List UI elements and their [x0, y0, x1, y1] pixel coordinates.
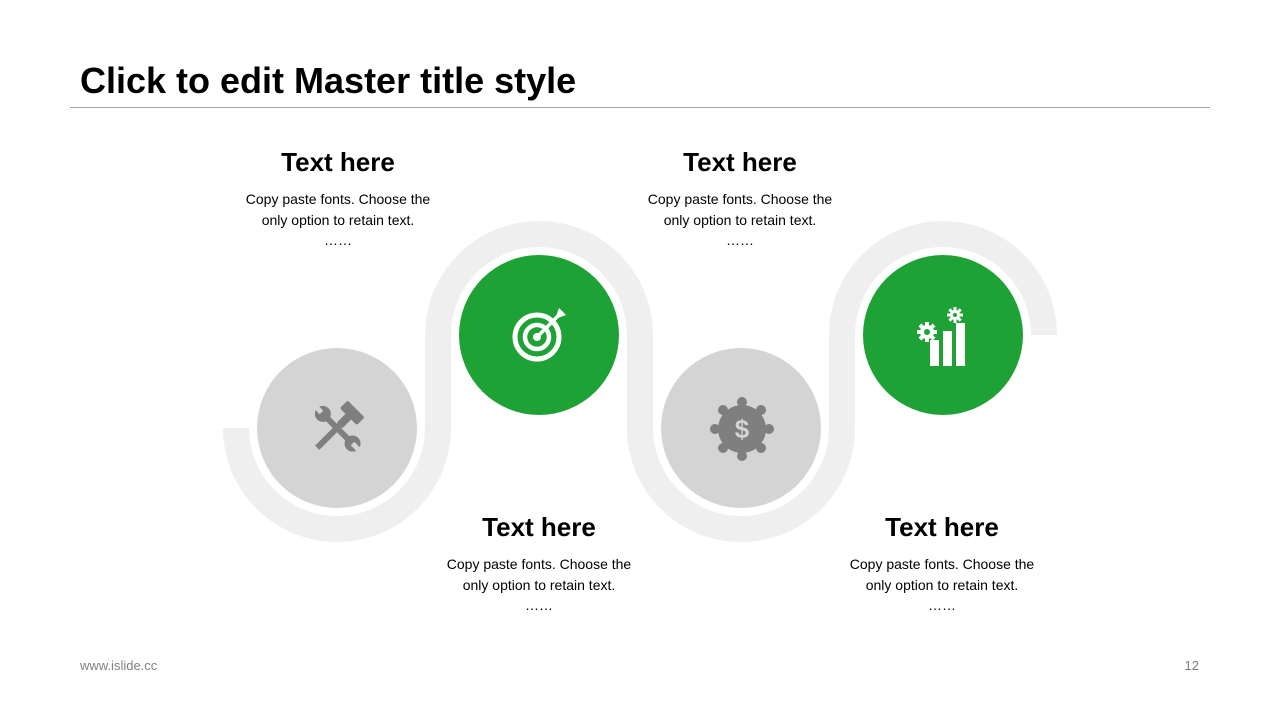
step-2-node [454, 250, 624, 420]
step-1-text: Text here Copy paste fonts. Choose the o… [218, 147, 458, 247]
step-1-body: Copy paste fonts. Choose the only option… [245, 191, 431, 228]
step-4-body: Copy paste fonts. Choose the only option… [849, 556, 1035, 593]
step-2-body: Copy paste fonts. Choose the only option… [446, 556, 632, 593]
step-4-node [858, 250, 1028, 420]
step-1-node [252, 343, 422, 513]
step-3-node: $ [656, 343, 826, 513]
step-4-text: Text here Copy paste fonts. Choose the o… [822, 512, 1062, 612]
step-3-heading: Text here [683, 147, 797, 177]
footer-website[interactable]: www.islide.cc [80, 658, 157, 673]
page-number: 12 [1184, 658, 1199, 673]
svg-text:$: $ [735, 414, 750, 444]
step-1-ellipsis: …… [324, 232, 352, 248]
step-1-heading: Text here [281, 147, 395, 177]
step-2-heading: Text here [482, 512, 596, 542]
step-3-text: Text here Copy paste fonts. Choose the o… [620, 147, 860, 247]
step-2-text: Text here Copy paste fonts. Choose the o… [419, 512, 659, 612]
process-diagram: $ [223, 221, 1057, 542]
step-3-ellipsis: …… [726, 232, 754, 248]
dollar-badge-icon: $ [710, 397, 774, 461]
step-4-ellipsis: …… [928, 597, 956, 613]
step-4-heading: Text here [885, 512, 999, 542]
step-2-ellipsis: …… [525, 597, 553, 613]
step-3-body: Copy paste fonts. Choose the only option… [647, 191, 833, 228]
